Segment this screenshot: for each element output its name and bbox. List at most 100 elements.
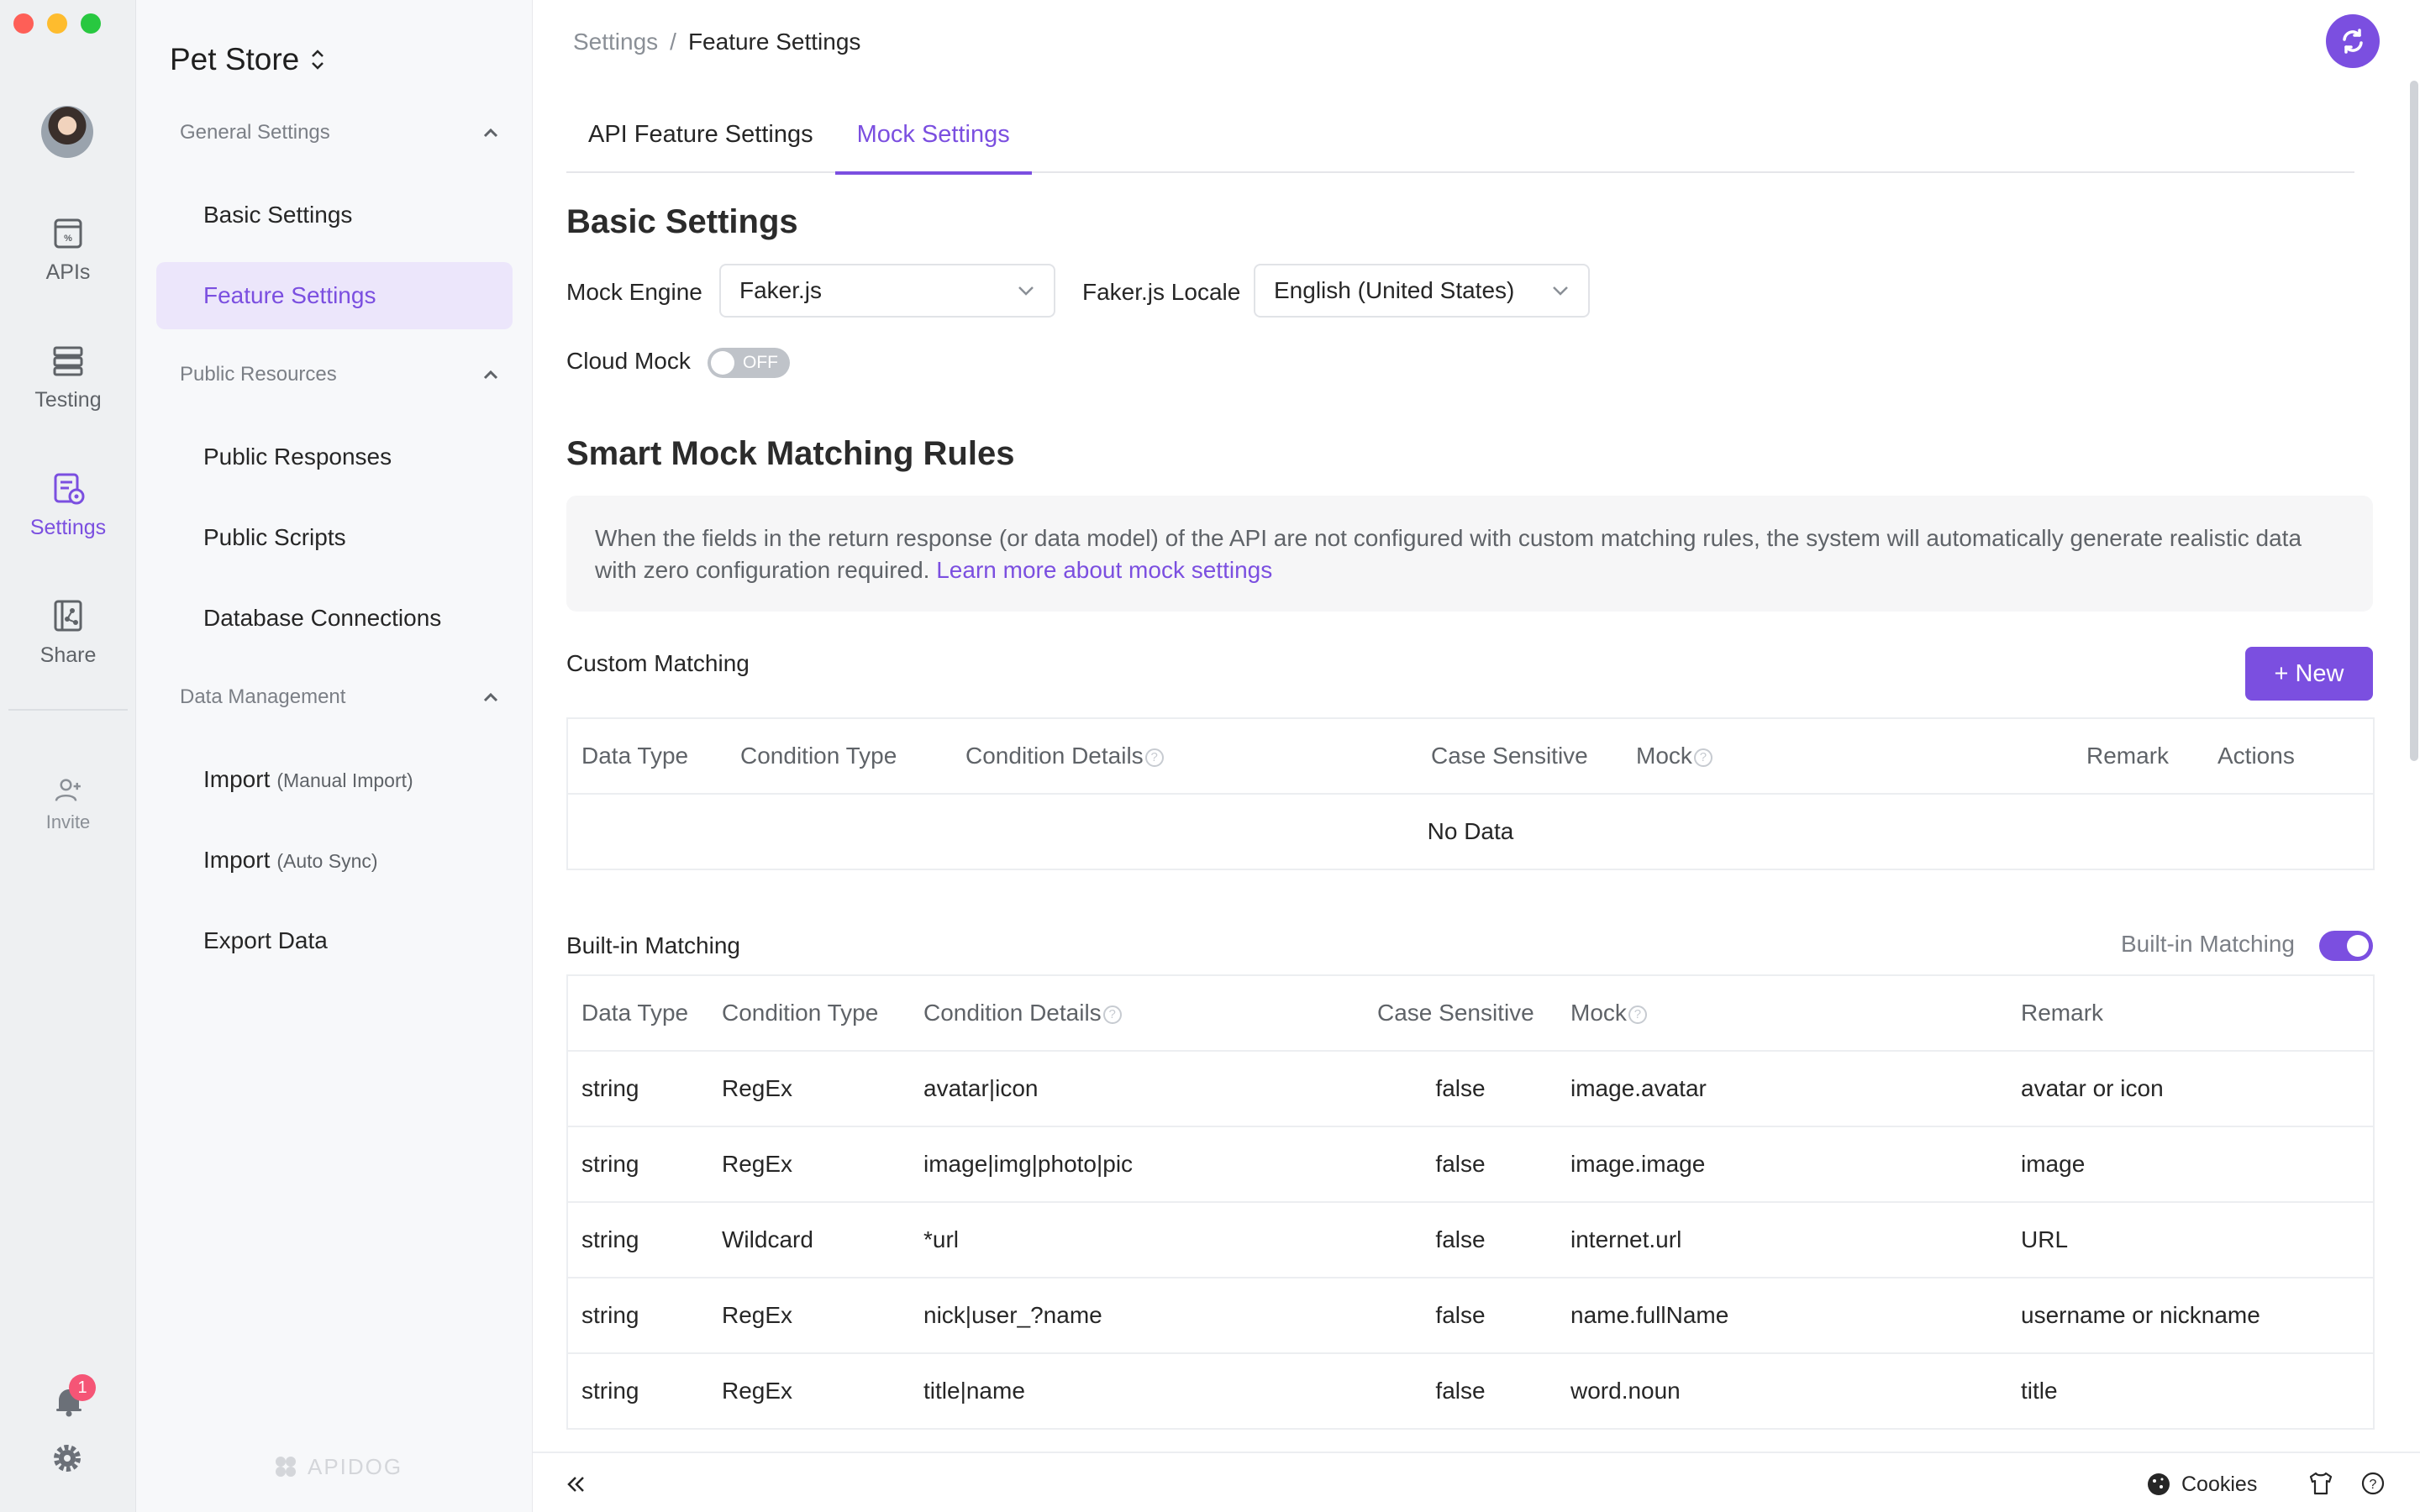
col-condition-details: Condition Details?: [952, 718, 1418, 795]
section-data-management[interactable]: Data Management: [180, 685, 499, 709]
cell-mock: name.fullName: [1557, 1278, 2007, 1354]
shirt-icon[interactable]: [2306, 1468, 2336, 1499]
window-zoom-button[interactable]: [81, 13, 101, 34]
main-content: Settings / Feature Settings API Feature …: [533, 0, 2420, 1512]
faker-locale-select[interactable]: English (United States): [1254, 264, 1590, 318]
help-icon[interactable]: ?: [1628, 1005, 1647, 1024]
avatar[interactable]: [41, 106, 93, 158]
rail-label: Testing: [34, 388, 102, 412]
smart-mock-info: When the fields in the return response (…: [566, 496, 2373, 612]
settings-sidebar: Pet Store General Settings Basic Setting…: [136, 0, 533, 1512]
help-icon[interactable]: ?: [1693, 748, 1712, 767]
cell-condition-details: image|img|photo|pic: [910, 1126, 1364, 1203]
cell-remark: username or nickname: [2007, 1278, 2374, 1354]
table-row[interactable]: string RegEx title|name false word.noun …: [567, 1353, 2374, 1430]
cell-condition-details: avatar|icon: [910, 1051, 1364, 1127]
breadcrumb: Settings / Feature Settings: [573, 29, 860, 55]
tab-mock-settings[interactable]: Mock Settings: [834, 108, 1032, 175]
nav-sublabel: (Manual Import): [276, 769, 413, 791]
info-text: When the fields in the return response (…: [595, 525, 2302, 583]
window-close-button[interactable]: [13, 13, 34, 34]
sidebar-item-public-scripts[interactable]: Public Scripts: [156, 504, 513, 571]
help-icon[interactable]: ?: [1144, 748, 1164, 767]
cloud-mock-toggle[interactable]: OFF: [708, 348, 790, 378]
basic-settings-heading: Basic Settings: [566, 203, 798, 240]
project-name: Pet Store: [170, 42, 300, 76]
nav-sublabel: (Auto Sync): [276, 850, 378, 872]
col-case-sensitive: Case Sensitive: [1418, 718, 1623, 795]
nav-label: Import: [203, 847, 271, 873]
cell-case-sensitive: false: [1364, 1202, 1557, 1278]
sidebar-item-import-auto-sync[interactable]: Import (Auto Sync): [156, 827, 513, 894]
rail-label: Invite: [45, 811, 91, 832]
rail-item-testing[interactable]: Testing: [0, 341, 136, 412]
chevron-down-icon: [1018, 286, 1034, 296]
plus-icon: +: [2274, 660, 2289, 687]
rail-item-apis[interactable]: % APIs: [0, 213, 136, 285]
rail-item-settings[interactable]: Settings: [0, 469, 136, 540]
cell-data-type: string: [567, 1353, 708, 1430]
sidebar-item-feature-settings[interactable]: Feature Settings: [156, 262, 513, 329]
icon-rail: % APIs Testing Settings Share Invite 1: [0, 0, 136, 1512]
table-row[interactable]: string RegEx nick|user_?name false name.…: [567, 1278, 2374, 1354]
sidebar-item-export-data[interactable]: Export Data: [156, 907, 513, 974]
new-button-label: New: [2295, 660, 2344, 687]
builtin-matching-toggle[interactable]: [2319, 931, 2373, 961]
learn-more-link[interactable]: Learn more about mock settings: [936, 557, 1272, 583]
cell-data-type: string: [567, 1051, 708, 1127]
table-header-row: Data Type Condition Type Condition Detai…: [567, 975, 2374, 1052]
sidebar-item-import-manual[interactable]: Import (Manual Import): [156, 746, 513, 813]
help-circle-icon[interactable]: ?: [2358, 1468, 2388, 1499]
project-switcher[interactable]: Pet Store: [170, 42, 326, 77]
scrollbar-thumb[interactable]: [2410, 81, 2418, 761]
mock-engine-select[interactable]: Faker.js: [719, 264, 1055, 318]
section-general-settings[interactable]: General Settings: [180, 121, 499, 144]
custom-matching-table: Data Type Condition Type Condition Detai…: [566, 717, 2375, 870]
col-label: Condition Details: [923, 1000, 1102, 1026]
new-rule-button[interactable]: + New: [2245, 647, 2373, 701]
cell-remark: title: [2007, 1353, 2374, 1430]
table-row[interactable]: string RegEx image|img|photo|pic false i…: [567, 1126, 2374, 1203]
window-minimize-button[interactable]: [47, 13, 67, 34]
chevron-up-icon: [483, 370, 498, 380]
smart-mock-heading: Smart Mock Matching Rules: [566, 435, 1015, 472]
cell-remark: URL: [2007, 1202, 2374, 1278]
settings-icon: [54, 473, 85, 505]
rail-item-share[interactable]: Share: [0, 596, 136, 668]
rail-label: Share: [39, 643, 97, 667]
collapse-sidebar-icon[interactable]: [561, 1470, 590, 1499]
cell-mock: internet.url: [1557, 1202, 2007, 1278]
cell-condition-details: title|name: [910, 1353, 1364, 1430]
sidebar-item-database-connections[interactable]: Database Connections: [156, 585, 513, 652]
sidebar-item-basic-settings[interactable]: Basic Settings: [156, 181, 513, 249]
col-condition-type: Condition Type: [708, 975, 910, 1052]
builtin-matching-title: Built-in Matching: [566, 932, 740, 958]
rail-label: Settings: [29, 516, 107, 539]
gear-icon[interactable]: [50, 1441, 84, 1475]
cell-condition-type: RegEx: [708, 1278, 910, 1354]
tab-api-feature-settings[interactable]: API Feature Settings: [566, 108, 835, 173]
cell-mock: word.noun: [1557, 1353, 2007, 1430]
cell-remark: image: [2007, 1126, 2374, 1203]
rail-item-invite[interactable]: Invite: [0, 774, 136, 833]
mock-engine-value: Faker.js: [739, 277, 823, 303]
builtin-toggle-label: Built-in Matching: [2121, 931, 2295, 957]
table-row[interactable]: string Wildcard *url false internet.url …: [567, 1202, 2374, 1278]
sidebar-item-public-responses[interactable]: Public Responses: [156, 423, 513, 491]
col-label: Condition Details: [965, 743, 1144, 769]
builtin-matching-table: Data Type Condition Type Condition Detai…: [566, 974, 2375, 1430]
breadcrumb-root[interactable]: Settings: [573, 29, 658, 55]
cell-case-sensitive: false: [1364, 1126, 1557, 1203]
sync-button[interactable]: [2326, 14, 2380, 68]
chevron-updown-icon: [312, 50, 324, 70]
cloud-mock-label: Cloud Mock: [566, 348, 691, 374]
cell-case-sensitive: false: [1364, 1051, 1557, 1127]
section-title: Data Management: [180, 685, 346, 708]
cookies-label: Cookies: [2181, 1472, 2258, 1496]
chevron-up-icon: [483, 128, 498, 138]
help-icon[interactable]: ?: [1102, 1005, 1122, 1024]
section-public-resources[interactable]: Public Resources: [180, 363, 499, 386]
cookies-button[interactable]: Cookies: [2146, 1472, 2257, 1497]
testing-icon: [53, 346, 83, 376]
table-row[interactable]: string RegEx avatar|icon false image.ava…: [567, 1051, 2374, 1127]
